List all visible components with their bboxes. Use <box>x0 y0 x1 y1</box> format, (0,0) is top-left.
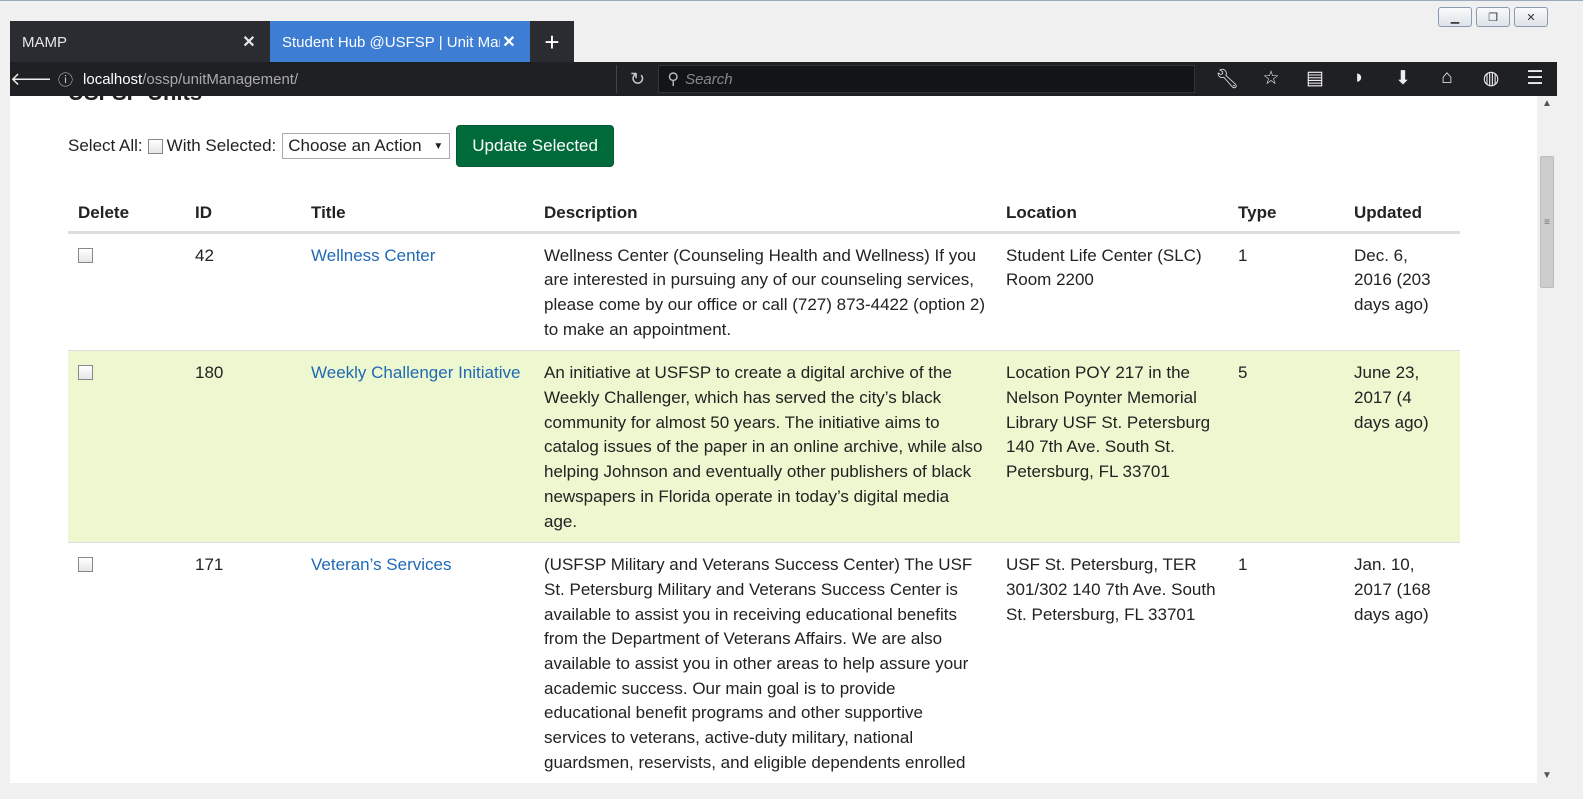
wrench-icon[interactable]: 🔧︎ <box>1205 67 1249 91</box>
vertical-scrollbar[interactable]: ▲ ≡ ▼ <box>1537 96 1557 783</box>
scrollbar-thumb[interactable]: ≡ <box>1540 156 1554 288</box>
delete-cell <box>68 231 185 351</box>
url-path: /ossp/unitManagement/ <box>142 70 299 88</box>
location-cell: Location POY 217 in the Nelson Poynter M… <box>996 350 1228 543</box>
plus-icon: + <box>544 26 560 57</box>
select-all-checkbox[interactable] <box>147 138 163 154</box>
action-select-value: Choose an Action <box>288 136 422 155</box>
close-tab-icon[interactable]: ✕ <box>240 32 258 52</box>
action-select[interactable]: Choose an Action ▼ <box>282 133 451 159</box>
column-header-updated: Updated <box>1344 192 1460 234</box>
window-titlebar: MAMP ✕ Student Hub @USFSP | Unit Managem… <box>0 0 1583 63</box>
row-delete-checkbox[interactable] <box>78 247 93 263</box>
window-bottom-edge <box>10 783 1557 799</box>
home-icon[interactable]: ⌂ <box>1425 67 1469 91</box>
select-all-label: Select All: <box>68 136 143 155</box>
description-cell: An initiative at USFSP to create a digit… <box>534 350 996 543</box>
description-cell: Wellness Center (Counseling Health and W… <box>534 231 996 351</box>
row-delete-checkbox[interactable] <box>78 365 93 381</box>
tab-student-hub[interactable]: Student Hub @USFSP | Unit Management ✕ <box>270 21 530 63</box>
scroll-down-arrow-icon[interactable]: ▼ <box>1542 770 1552 781</box>
table-row: 42 Wellness Center Wellness Center (Coun… <box>68 231 1460 351</box>
title-cell: Weekly Challenger Initiative <box>301 350 534 543</box>
id-cell: 42 <box>185 231 301 351</box>
back-arrow-icon[interactable]: 🡐 <box>10 69 58 90</box>
title-cell: Wellness Center <box>301 231 534 351</box>
column-header-type: Type <box>1228 192 1344 234</box>
search-icon: ⚲ <box>667 71 680 88</box>
unit-title-link[interactable]: Wellness Center <box>311 246 435 265</box>
table-header-row: Delete ID Title Description Location Typ… <box>68 192 1460 234</box>
globe-icon[interactable]: ◍ <box>1469 67 1513 91</box>
tab-strip: MAMP ✕ Student Hub @USFSP | Unit Managem… <box>10 21 574 63</box>
pocket-icon[interactable]: ◗ <box>1337 67 1381 91</box>
column-header-delete: Delete <box>68 192 185 234</box>
tab-label: Student Hub @USFSP | Unit Management <box>282 33 500 51</box>
delete-cell <box>68 350 185 543</box>
close-icon: ✕ <box>1526 11 1536 24</box>
units-table: Delete ID Title Description Location Typ… <box>68 192 1460 783</box>
row-delete-checkbox[interactable] <box>78 557 93 573</box>
column-header-description: Description <box>534 192 996 234</box>
type-cell: 1 <box>1228 231 1344 351</box>
new-tab-button[interactable]: + <box>530 21 574 63</box>
bulk-actions-toolbar: Select All: With Selected: Choose an Act… <box>68 125 614 167</box>
download-icon[interactable]: ⬇ <box>1381 67 1425 91</box>
toolbar-icons: 🔧︎ ☆ ▤ ◗ ⬇ ⌂ ◍ ☰ <box>1205 67 1557 91</box>
table-row: 180 Weekly Challenger Initiative An init… <box>68 350 1460 543</box>
search-placeholder: Search <box>685 70 733 88</box>
close-window-button[interactable]: ✕ <box>1514 7 1548 27</box>
search-input[interactable]: ⚲ Search <box>658 65 1195 93</box>
scroll-up-arrow-icon[interactable]: ▲ <box>1542 98 1552 109</box>
navigation-bar: 🡐 ⓘ localhost/ossp/unitManagement/ ↻ ⚲ S… <box>10 62 1557 96</box>
delete-cell <box>68 542 185 783</box>
bookmark-star-icon[interactable]: ☆ <box>1249 67 1293 91</box>
info-icon[interactable]: ⓘ <box>58 69 73 90</box>
updated-cell: Dec. 6, 2016 (203 days ago) <box>1344 231 1460 351</box>
grip-icon: ≡ <box>1544 216 1550 228</box>
minimize-icon: ▁ <box>1450 11 1460 24</box>
menu-icon[interactable]: ☰ <box>1513 67 1557 91</box>
title-cell: Veteran’s Services <box>301 542 534 783</box>
column-header-id: ID <box>185 192 301 234</box>
url-bar[interactable]: ⓘ localhost/ossp/unitManagement/ <box>50 65 617 93</box>
table-row: 171 Veteran’s Services (USFSP Military a… <box>68 542 1460 783</box>
close-tab-icon[interactable]: ✕ <box>500 32 518 52</box>
caret-down-icon: ▼ <box>433 140 444 152</box>
page-content: USFSP Units Select All: With Selected: C… <box>10 96 1537 783</box>
description-cell: (USFSP Military and Veterans Success Cen… <box>534 542 996 783</box>
maximize-button[interactable]: ❐ <box>1476 7 1510 27</box>
url-host: localhost <box>83 70 143 88</box>
updated-cell: Jan. 10, 2017 (168 days ago) <box>1344 542 1460 783</box>
id-cell: 171 <box>185 542 301 783</box>
type-cell: 5 <box>1228 350 1344 543</box>
reading-list-icon[interactable]: ▤ <box>1293 67 1337 91</box>
updated-cell: June 23, 2017 (4 days ago) <box>1344 350 1460 543</box>
maximize-icon: ❐ <box>1488 11 1498 24</box>
column-header-title: Title <box>301 192 534 234</box>
page-title: USFSP Units <box>68 96 202 106</box>
reload-icon[interactable]: ↻ <box>617 69 659 90</box>
unit-title-link[interactable]: Veteran’s Services <box>311 555 451 574</box>
location-cell: USF St. Petersburg, TER 301/302 140 7th … <box>996 542 1228 783</box>
minimize-button[interactable]: ▁ <box>1438 7 1472 27</box>
update-selected-button[interactable]: Update Selected <box>456 125 614 167</box>
with-selected-label: With Selected: <box>166 136 277 155</box>
unit-title-link[interactable]: Weekly Challenger Initiative <box>311 363 520 382</box>
type-cell: 1 <box>1228 542 1344 783</box>
tab-mamp[interactable]: MAMP ✕ <box>10 21 270 63</box>
window-controls: ▁ ❐ ✕ <box>1438 7 1548 27</box>
tab-label: MAMP <box>22 33 67 51</box>
column-header-location: Location <box>996 192 1228 234</box>
location-cell: Student Life Center (SLC) Room 2200 <box>996 231 1228 351</box>
id-cell: 180 <box>185 350 301 543</box>
